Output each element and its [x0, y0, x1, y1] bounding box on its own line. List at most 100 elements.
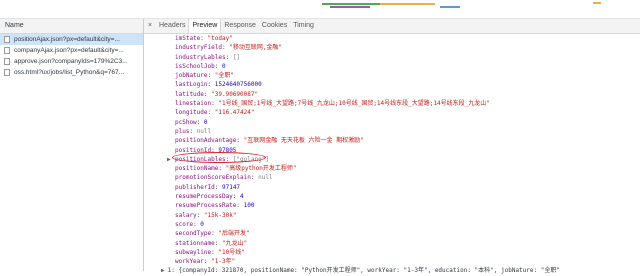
- json-key: stationname: [175, 239, 215, 247]
- json-property-row: industryLables: []: [175, 53, 640, 62]
- timeline-bar-blue: [440, 6, 460, 8]
- json-property-row: subwayline: "10号线": [175, 248, 640, 257]
- json-value: "后端开发": [218, 230, 250, 238]
- collapsed-array-item[interactable]: ▶ 1: {companyId: 321870, positionName: "P…: [161, 266, 640, 275]
- json-separator: :: [196, 118, 204, 126]
- json-key: salary: [175, 211, 197, 219]
- json-separator: :: [236, 137, 244, 145]
- json-value: 0: [203, 118, 208, 126]
- json-value: "互联网金融 无天花板 六险一金 期权激励": [243, 137, 364, 145]
- name-column-header[interactable]: Name: [0, 19, 143, 34]
- request-row[interactable]: approve.json?companyIds=179%2C3...: [0, 56, 143, 67]
- json-key: resumeProcessRate: [175, 202, 237, 210]
- detail-tab-bar: × Headers Preview Response Cookies Timin…: [144, 19, 640, 34]
- network-timeline-overview: [0, 0, 640, 19]
- json-key: promotionScoreExplain: [175, 174, 251, 182]
- json-property-row: resumeProcessRate: 100: [175, 201, 640, 210]
- timeline-bar-purple: [330, 6, 370, 8]
- timeline-marker: [593, 2, 601, 4]
- json-value: "today": [207, 35, 233, 42]
- json-key: industryField: [175, 44, 222, 52]
- json-separator: :: [250, 174, 259, 182]
- json-value: 1524640756000: [214, 81, 262, 89]
- json-property-row: salary: "15k-30k": [175, 211, 640, 220]
- json-key: latitude: [175, 90, 204, 98]
- tab-response[interactable]: Response: [221, 19, 259, 33]
- request-list-panel: Name positionAjax.json?px=default&city=.…: [0, 19, 144, 271]
- request-row[interactable]: positionAjax.json?px=default&city=...: [0, 34, 143, 45]
- tab-cookies[interactable]: Cookies: [259, 19, 290, 33]
- json-separator: :: [232, 193, 241, 201]
- tab-timing[interactable]: Timing: [290, 19, 317, 33]
- json-separator: :: [214, 62, 222, 70]
- json-value: "九龙山": [221, 239, 248, 247]
- json-property-row: positionAdvantage: "互联网金融 无天花板 六险一金 期权激励…: [175, 136, 640, 145]
- close-icon[interactable]: ×: [144, 19, 156, 33]
- tab-headers[interactable]: Headers: [156, 19, 188, 33]
- json-value: "1-3年": [211, 258, 236, 266]
- request-name: companyAjax.json?px=default&city=...: [14, 47, 124, 54]
- json-value: "10号线": [218, 248, 245, 256]
- json-property-row: publisherId: 97147: [175, 183, 640, 192]
- json-property-row: positionName: "高级python开发工程师": [175, 164, 640, 173]
- file-icon: [4, 58, 10, 65]
- json-separator: :: [214, 183, 222, 191]
- json-value: 0: [221, 62, 226, 70]
- timeline-bar-green: [322, 3, 380, 5]
- json-separator: :: [200, 35, 208, 42]
- highlight-annotation: [172, 152, 266, 163]
- json-key: positionName: [175, 165, 219, 173]
- json-property-row: linestaion: "1号线_国贸;1号线_大望路;7号线_九龙山;10号线…: [175, 99, 640, 108]
- file-icon: [4, 36, 10, 43]
- json-key: jobNature: [175, 72, 208, 80]
- json-value: 4: [240, 193, 244, 201]
- file-icon: [4, 47, 10, 54]
- json-property-row: stationname: "九龙山": [175, 239, 640, 248]
- json-property-row: lastLogin: 1524640756000: [175, 80, 640, 89]
- json-key: subwayline: [175, 248, 212, 256]
- json-key: positionAdvantage: [175, 137, 237, 145]
- json-value: "移动互联网,金融": [229, 44, 283, 52]
- json-key: isSchoolJob: [175, 62, 215, 70]
- file-icon: [4, 69, 10, 76]
- json-value: null: [196, 127, 212, 135]
- json-property-row: imState: "today": [175, 34, 640, 43]
- json-property-row: resumeProcessDay: 4: [175, 192, 640, 201]
- request-name: oss.html?ux/jobs/list_Python&q=767...: [14, 69, 125, 76]
- json-key: secondType: [175, 230, 212, 238]
- json-property-row: plus: null: [175, 127, 640, 136]
- json-separator: :: [207, 81, 215, 89]
- json-property-row: isSchoolJob: 0: [175, 62, 640, 71]
- request-row[interactable]: oss.html?ux/jobs/list_Python&q=767...: [0, 67, 143, 78]
- tab-preview[interactable]: Preview: [188, 19, 222, 33]
- json-value: "全职": [214, 72, 234, 80]
- json-separator: :: [218, 165, 226, 173]
- json-key: resumeProcessDay: [175, 193, 233, 201]
- json-separator: :: [214, 239, 222, 247]
- json-property-row: workYear: "1-3年": [175, 257, 640, 266]
- json-preview-tree: imState: "today" industryField: "移动互联网,金融…: [144, 34, 640, 276]
- json-key: industryLables: [175, 53, 226, 61]
- request-row[interactable]: companyAjax.json?px=default&city=...: [0, 45, 143, 56]
- json-value: "1号线_国贸;1号线_大望路;7号线_九龙山;10号线_国贸;14号线东段_大…: [218, 100, 490, 108]
- json-value: 97147: [221, 183, 241, 191]
- request-detail-panel: × Headers Preview Response Cookies Timin…: [144, 19, 640, 274]
- timeline-bar-orange: [380, 3, 435, 5]
- json-separator: :: [236, 202, 244, 210]
- json-value: null: [258, 174, 273, 182]
- json-value: []: [232, 53, 241, 61]
- json-key: lastLogin: [175, 81, 208, 89]
- json-property-row: secondType: "后端开发": [175, 229, 640, 238]
- json-property-row: industryField: "移动互联网,金融": [175, 43, 640, 52]
- json-separator: :: [207, 72, 215, 80]
- json-key: plus: [175, 127, 190, 135]
- json-value: "高级python开发工程师": [225, 165, 297, 173]
- json-property-row: score: 0: [175, 220, 640, 229]
- json-separator: :: [189, 127, 197, 135]
- json-separator: :: [207, 109, 215, 117]
- expand-arrow-icon[interactable]: ▶: [167, 155, 171, 164]
- json-key: workYear: [175, 258, 204, 266]
- json-key: imState: [175, 35, 201, 42]
- json-property-row: pcShow: 0: [175, 118, 640, 127]
- json-value: "116.47424": [214, 109, 255, 117]
